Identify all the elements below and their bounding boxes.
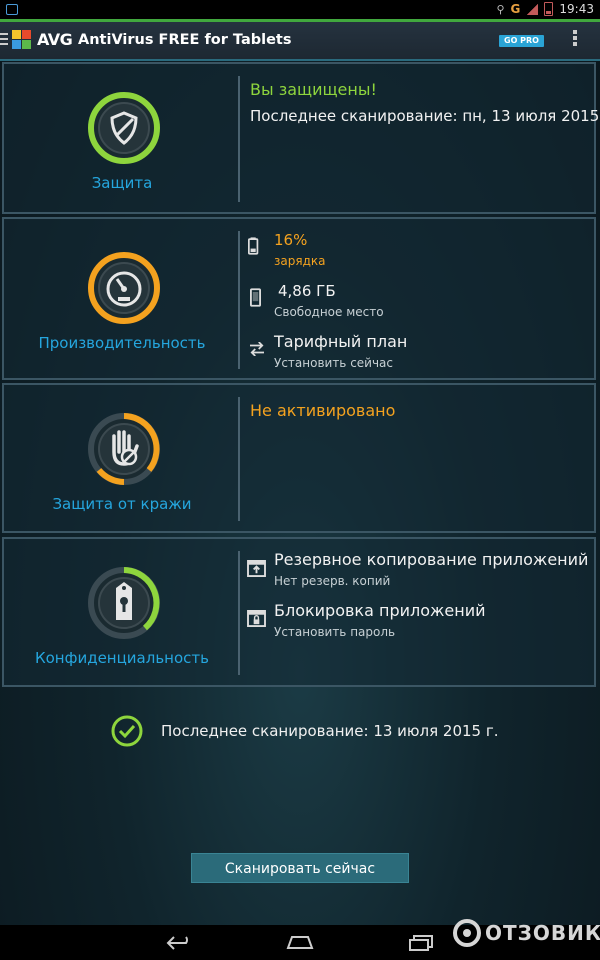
backup-status: Нет резерв. копий — [274, 574, 391, 588]
privacy-lock-tag-icon — [88, 567, 160, 639]
anti-theft-status: Не активировано — [250, 401, 396, 420]
shield-icon — [88, 92, 160, 164]
data-plan-arrows-icon — [250, 342, 264, 356]
notification-icon — [6, 4, 18, 15]
status-bar: ⚲ G 19:43 — [0, 0, 600, 19]
anti-theft-label: Защита от кражи — [52, 495, 192, 513]
drawer-icon[interactable] — [0, 33, 8, 48]
clock: 19:43 — [559, 2, 594, 16]
app-lock-title: Блокировка приложений — [274, 601, 486, 620]
battery-icon — [544, 2, 554, 16]
performance-label: Производительность — [38, 334, 206, 352]
protection-label: Защита — [91, 174, 153, 192]
app-lock-icon — [247, 610, 266, 627]
app-title: AntiVirus FREE for Tablets — [78, 32, 292, 48]
storage-value: 4,86 ГБ — [278, 282, 336, 300]
privacy-label: Конфиденциальность — [34, 649, 209, 667]
back-icon[interactable] — [166, 935, 192, 951]
protection-card[interactable]: Защита Вы защищены! Последнее сканирован… — [2, 62, 600, 214]
speedometer-icon — [88, 252, 160, 324]
battery-charge-icon — [248, 237, 259, 255]
check-circle-icon — [111, 715, 143, 747]
watermark-logo-icon — [453, 919, 481, 947]
go-pro-button[interactable]: GO PRO — [499, 35, 544, 47]
backup-title: Резервное копирование приложений — [274, 550, 589, 569]
protection-last-scan: Последнее сканирование: пн, 13 июля 2015 — [250, 107, 600, 125]
protection-status: Вы защищены! — [250, 80, 377, 99]
recent-apps-icon[interactable] — [408, 935, 434, 951]
storage-label: Свободное место — [274, 305, 384, 319]
app-lock-action[interactable]: Установить пароль — [274, 625, 395, 639]
usb-icon: ⚲ — [496, 2, 505, 16]
performance-card[interactable]: Производительность 16% зарядка 4,86 ГБ С… — [2, 217, 596, 380]
phone-storage-icon — [250, 288, 261, 307]
watermark-text: ОТЗОВИК — [485, 921, 600, 945]
avg-logo-icon — [12, 30, 31, 49]
last-scan-text: Последнее сканирование: 13 июля 2015 г. — [161, 722, 499, 740]
overflow-menu-icon[interactable] — [572, 30, 578, 48]
signal-icon — [526, 3, 539, 15]
hand-stop-icon — [88, 413, 160, 485]
top-accent-line — [0, 19, 600, 22]
home-icon[interactable] — [286, 935, 314, 949]
anti-theft-card[interactable]: Защита от кражи Не активировано — [2, 383, 596, 533]
app-backup-icon — [247, 560, 266, 577]
scan-now-button[interactable]: Сканировать сейчас — [191, 853, 409, 883]
network-type: G — [510, 2, 521, 16]
privacy-card[interactable]: Конфиденциальность Резервное копирование… — [2, 537, 596, 687]
plan-title: Тарифный план — [274, 332, 408, 351]
plan-action[interactable]: Установить сейчас — [274, 356, 393, 370]
battery-value: 16% — [274, 231, 308, 249]
app-logo-text: AVG — [37, 30, 73, 49]
battery-label: зарядка — [274, 254, 326, 268]
